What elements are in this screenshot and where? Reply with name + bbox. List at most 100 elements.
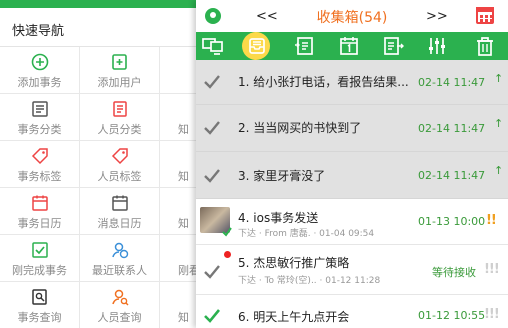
check-icon[interactable] (203, 119, 221, 141)
list-item[interactable]: 5. 杰思敏行推广策略 下达 · To 常玲(空).. · 01-12 11:2… (196, 245, 508, 295)
nav-label: 知 (178, 123, 189, 136)
item-title: 1. 给小张打电话，看报告结果... (238, 75, 409, 89)
nav-label: 事务标签 (17, 170, 62, 183)
item-title: 6. 明天上午九点开会 (238, 310, 350, 324)
add-user-icon (111, 54, 127, 70)
nav-message-calendar[interactable]: 消息日历 (80, 188, 160, 235)
nav-task-search[interactable]: 事务查询 (0, 282, 80, 328)
user-category-icon (112, 101, 127, 117)
check-icon[interactable] (203, 307, 221, 328)
nav-task-tag[interactable]: 事务标签 (0, 141, 80, 188)
nav-row: 刚完成事务 最近联系人 刚看 (0, 235, 200, 282)
task-search-icon (31, 289, 47, 305)
item-title: 5. 杰思敏行推广策略 (238, 256, 350, 270)
nav-user-search[interactable]: 人员查询 (80, 282, 160, 328)
list-item[interactable]: 1. 给小张打电话，看报告结果... 02-14 11:47 ↑ (196, 60, 508, 105)
export-list-icon[interactable] (382, 36, 404, 56)
item-time: 01-13 10:00 (418, 215, 486, 228)
status-strip (0, 0, 200, 8)
calendar-day-icon[interactable] (338, 36, 360, 56)
nav-label: 刚看 (178, 264, 200, 277)
item-time: 02-14 11:47 (418, 122, 486, 135)
nav-label: 人员分类 (97, 123, 142, 136)
inbox-list: 1. 给小张打电话，看报告结果... 02-14 11:47 ↑ 2. 当当网买… (196, 60, 508, 328)
calendar-icon[interactable] (476, 7, 494, 24)
inbox-icon[interactable] (242, 32, 270, 60)
item-time: 02-14 11:47 (418, 76, 486, 89)
check-icon[interactable] (203, 263, 221, 285)
user-search-icon (111, 289, 128, 306)
nav-label: 人员查询 (97, 311, 142, 324)
nav-recently-done[interactable]: 刚完成事务 (0, 235, 80, 282)
nav-cell-partial[interactable] (160, 47, 200, 94)
list-item[interactable]: 3. 家里牙膏没了 02-14 11:47 ↑ (196, 152, 508, 199)
nav-task-calendar[interactable]: 事务日历 (0, 188, 80, 235)
inbox-drawer: << 收集箱(54) >> 1. 给小张打电话，看报告结果... 02-14 1… (196, 0, 508, 328)
up-arrow-icon: ↑ (494, 164, 504, 177)
nav-label: 消息日历 (97, 217, 142, 230)
priority-mark: !!! (484, 307, 500, 322)
nav-label: 事务查询 (17, 311, 62, 324)
nav-cell-partial[interactable]: 刚看 (160, 235, 200, 282)
nav-cell-partial[interactable]: 知 (160, 94, 200, 141)
inbox-toolbar (196, 32, 508, 60)
trash-icon[interactable] (474, 36, 496, 56)
inbox-header: << 收集箱(54) >> (196, 0, 508, 32)
nav-label: 最近联系人 (92, 264, 147, 277)
task-calendar-icon (31, 195, 48, 211)
nav-cell-partial[interactable]: 知 (160, 188, 200, 235)
list-item[interactable]: 2. 当当网买的书快到了 02-14 11:47 ↑ (196, 105, 508, 152)
location-pin-icon[interactable] (205, 8, 221, 24)
nav-row: 事务标签 人员标签 知 (0, 141, 200, 188)
item-time: 01-12 10:55 (418, 309, 486, 322)
download-list-icon[interactable] (294, 36, 316, 56)
nav-cell-partial[interactable]: 知 (160, 141, 200, 188)
task-category-icon (31, 101, 48, 117)
item-title: 3. 家里牙膏没了 (238, 169, 326, 183)
nav-user-category[interactable]: 人员分类 (80, 94, 160, 141)
up-arrow-icon: ↑ (494, 72, 504, 85)
nav-label: 事务分类 (17, 123, 62, 136)
check-icon[interactable] (203, 73, 221, 95)
add-task-icon (31, 53, 48, 71)
item-time: 02-14 11:47 (418, 169, 486, 182)
item-title: 4. ios事务发送 (238, 211, 319, 225)
message-calendar-icon (111, 195, 128, 211)
prev-page-button[interactable]: << (256, 9, 278, 24)
nav-row: 添加事务 添加用户 (0, 47, 200, 94)
nav-user-tag[interactable]: 人员标签 (80, 141, 160, 188)
user-tag-icon (111, 148, 128, 165)
nav-grid: 添加事务 添加用户 事务分类 人员分类 知 事务标签 人员标签 知 事务日历 消… (0, 46, 200, 328)
check-icon[interactable] (203, 167, 221, 189)
nav-label: 知 (178, 170, 189, 183)
sliders-icon[interactable] (426, 36, 448, 56)
priority-mark: !! (486, 213, 497, 228)
nav-label: 知 (178, 217, 189, 230)
nav-recent-contacts[interactable]: 最近联系人 (80, 235, 160, 282)
nav-label: 添加事务 (17, 76, 62, 89)
list-item[interactable]: 4. ios事务发送 下达 · From 唐磊. · 01-04 09:54 0… (196, 199, 508, 245)
nav-label: 事务日历 (17, 217, 62, 230)
nav-add-user[interactable]: 添加用户 (80, 47, 160, 94)
task-tag-icon (31, 148, 48, 165)
up-arrow-icon: ↑ (494, 117, 504, 130)
item-status: 等待接收 (432, 266, 476, 279)
nav-row: 事务日历 消息日历 知 (0, 188, 200, 235)
contact-clock-icon (111, 242, 128, 259)
checkbox-icon (31, 242, 48, 258)
nav-cell-partial[interactable]: 知 (160, 282, 200, 328)
nav-label: 人员标签 (97, 170, 142, 183)
item-title: 2. 当当网买的书快到了 (238, 121, 362, 135)
next-page-button[interactable]: >> (426, 9, 448, 24)
nav-row: 事务分类 人员分类 知 (0, 94, 200, 141)
nav-label: 知 (178, 311, 189, 324)
monitor-icon[interactable] (202, 36, 224, 56)
item-subtitle: 下达 · From 唐磊. · 01-04 09:54 (238, 229, 375, 239)
nav-label: 刚完成事务 (12, 264, 67, 277)
nav-label: 添加用户 (97, 76, 142, 89)
nav-task-category[interactable]: 事务分类 (0, 94, 80, 141)
nav-title: 快速导航 (12, 24, 65, 39)
nav-row: 事务查询 人员查询 知 (0, 282, 200, 328)
nav-add-task[interactable]: 添加事务 (0, 47, 80, 94)
list-item[interactable]: 6. 明天上午九点开会 01-12 10:55 !!! (196, 295, 508, 328)
